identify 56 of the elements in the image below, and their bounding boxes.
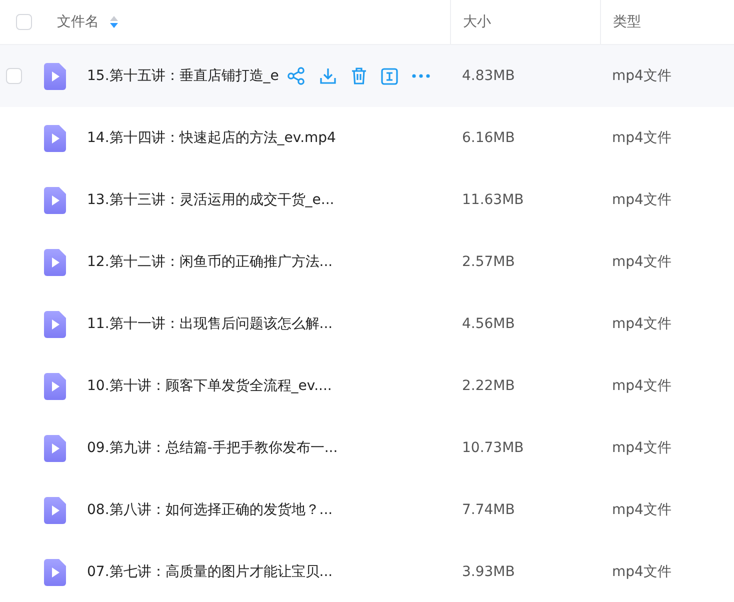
file-type: mp4文件 (612, 316, 672, 332)
row-checkbox[interactable] (6, 68, 22, 84)
select-all-checkbox[interactable] (16, 14, 32, 30)
file-type: mp4文件 (612, 378, 672, 394)
video-file-icon (44, 496, 66, 524)
file-size: 4.83MB (462, 68, 515, 84)
file-name[interactable]: 08.第八讲：如何选择正确的发货地？... (87, 501, 333, 519)
video-file-icon (44, 434, 66, 462)
delete-icon[interactable] (350, 67, 367, 85)
sort-icon[interactable] (110, 15, 118, 29)
file-type: mp4文件 (612, 192, 672, 208)
file-row[interactable]: 07.第七讲：高质量的图片才能让宝贝... 3.93MB mp4文件 (0, 541, 734, 602)
file-row[interactable]: 13.第十三讲：灵活运用的成交干货_e... 11.63MB mp4文件 (0, 169, 734, 231)
file-size: 7.74MB (462, 502, 515, 518)
file-type: mp4文件 (612, 440, 672, 456)
file-type: mp4文件 (612, 254, 672, 270)
file-name[interactable]: 11.第十一讲：出现售后问题该怎么解... (87, 315, 333, 333)
file-name[interactable]: 14.第十四讲：快速起店的方法_ev.mp4 (87, 129, 336, 147)
video-file-icon (44, 310, 66, 338)
file-name[interactable]: 13.第十三讲：灵活运用的成交干货_e... (87, 191, 334, 209)
video-file-icon (44, 124, 66, 152)
more-icon[interactable] (412, 74, 430, 78)
file-size: 11.63MB (462, 192, 524, 208)
column-header[interactable]: 类型 (613, 13, 641, 31)
file-row[interactable]: 09.第九讲：总结篇-手把手教你发布一... 10.73MB mp4文件 (0, 417, 734, 479)
file-type: mp4文件 (612, 68, 672, 84)
file-name[interactable]: 12.第十二讲：闲鱼币的正确推广方法... (87, 253, 333, 271)
file-name[interactable]: 07.第七讲：高质量的图片才能让宝贝... (87, 563, 333, 581)
column-header[interactable]: 大小 (463, 13, 491, 31)
video-file-icon (44, 62, 66, 90)
file-size: 2.22MB (462, 378, 515, 394)
file-name[interactable]: 10.第十讲：顾客下单发货全流程_ev.... (87, 377, 332, 395)
file-type: mp4文件 (612, 130, 672, 146)
download-icon[interactable] (318, 67, 337, 85)
rename-icon[interactable] (380, 68, 398, 84)
file-size: 6.16MB (462, 130, 515, 146)
file-name[interactable]: 15.第十五讲：垂直店铺打造_e (87, 67, 279, 85)
file-row[interactable]: 11.第十一讲：出现售后问题该怎么解... 4.56MB mp4文件 (0, 293, 734, 355)
file-row[interactable]: 10.第十讲：顾客下单发货全流程_ev.... 2.22MB mp4文件 (0, 355, 734, 417)
video-file-icon (44, 248, 66, 276)
file-size: 2.57MB (462, 254, 515, 270)
file-name[interactable]: 09.第九讲：总结篇-手把手教你发布一... (87, 439, 338, 457)
video-file-icon (44, 558, 66, 586)
file-row[interactable]: 12.第十二讲：闲鱼币的正确推广方法... 2.57MB mp4文件 (0, 231, 734, 293)
video-file-icon (44, 186, 66, 214)
file-type: mp4文件 (612, 564, 672, 580)
file-size: 4.56MB (462, 316, 515, 332)
video-file-icon (44, 372, 66, 400)
file-row[interactable]: 15.第十五讲：垂直店铺打造_e 4.83MB mp4文件 (0, 45, 734, 107)
share-icon[interactable] (286, 67, 305, 85)
file-size: 10.73MB (462, 440, 524, 456)
file-type: mp4文件 (612, 502, 672, 518)
column-header[interactable]: 文件名 (57, 13, 99, 31)
file-row[interactable]: 14.第十四讲：快速起店的方法_ev.mp4 6.16MB mp4文件 (0, 107, 734, 169)
file-row[interactable]: 08.第八讲：如何选择正确的发货地？... 7.74MB mp4文件 (0, 479, 734, 541)
file-size: 3.93MB (462, 564, 515, 580)
